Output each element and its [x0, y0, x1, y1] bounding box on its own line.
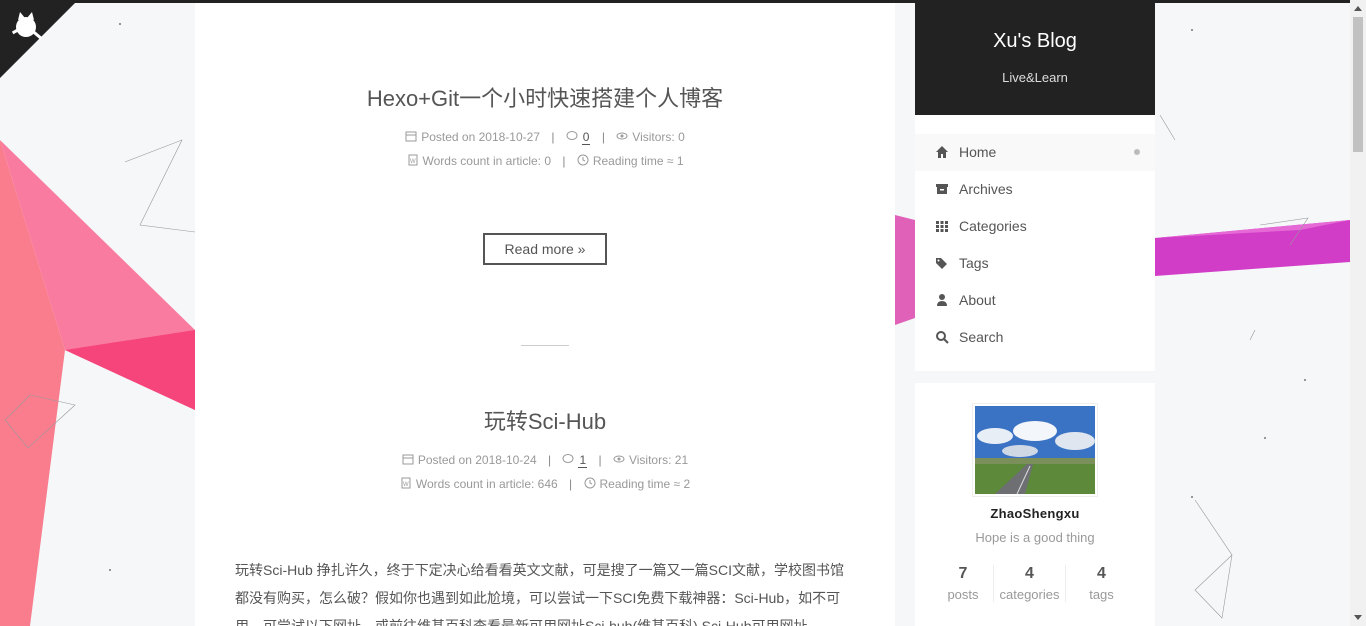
active-dot	[1134, 149, 1140, 155]
scroll-up-icon[interactable]	[1354, 6, 1362, 11]
excerpt-line: 都没有购买，怎么破？假如你也遇到如此尬境，可以尝试一下SCI免费下载神器：Sci…	[235, 590, 841, 606]
read-more-button[interactable]: Read more »	[482, 233, 608, 265]
avatar	[972, 403, 1098, 497]
excerpt-line: 用，可尝试以下网址，或前往维基百科查看最新可用网址Sci-hub(维基百科) S…	[235, 618, 824, 626]
eye-icon	[616, 132, 628, 140]
stat-label: categories	[999, 587, 1060, 602]
menu-item-archives[interactable]: Archives	[915, 171, 1155, 208]
reading-label: Reading time ≈	[599, 477, 681, 491]
stat-number: 4	[1097, 565, 1106, 582]
github-corner-icon[interactable]	[0, 0, 78, 78]
scroll-thumb[interactable]	[1353, 17, 1363, 152]
menu-label: Categories	[959, 218, 1027, 234]
separator: |	[551, 130, 555, 144]
comment-icon	[562, 454, 574, 463]
clock-icon	[584, 477, 596, 489]
stat-number: 4	[1025, 565, 1034, 582]
clock-icon	[577, 154, 589, 166]
site-nav: Home Archives Categories Tags About Sear…	[915, 115, 1155, 371]
svg-text:W: W	[403, 482, 409, 488]
stat-number: 7	[958, 565, 968, 582]
words-count: 646	[537, 477, 558, 491]
top-bar	[0, 0, 1350, 3]
th-icon	[936, 221, 948, 232]
comment-count-link[interactable]: 1	[578, 453, 588, 468]
comment-count-link[interactable]: 0	[581, 130, 591, 145]
words-label: Words count in article:	[415, 477, 535, 491]
visitors-count: 21	[674, 453, 689, 467]
post-title-link[interactable]: Hexo+Git一个小时快速搭建个人博客	[195, 81, 895, 113]
visitors-label: Visitors:	[632, 130, 675, 144]
site-overview: ZhaoShengxu Hope is a good thing 7 posts…	[915, 383, 1155, 626]
avatar-image	[975, 406, 1095, 495]
post-date: 2018-10-24	[475, 453, 537, 467]
post-meta: Posted on 2018-10-24 | 1 | Visitors: 21 …	[195, 448, 895, 496]
separator: |	[598, 453, 602, 467]
author-name: ZhaoShengxu	[990, 506, 1080, 521]
visitors-label: Visitors:	[628, 453, 672, 467]
calendar-icon	[405, 131, 417, 142]
post-meta: Posted on 2018-10-27 | 0 | Visitors: 0 W…	[195, 125, 895, 173]
site-title-link[interactable]: Xu's Blog	[915, 30, 1155, 53]
separator: |	[562, 154, 566, 168]
separator: |	[601, 130, 605, 144]
menu-item-about[interactable]: About	[915, 282, 1155, 319]
site-stats: 7 posts 4 categories 4 tags	[915, 565, 1155, 602]
posted-label: Posted on	[417, 453, 472, 467]
menu-label: Tags	[959, 255, 989, 271]
bg-shape	[895, 215, 915, 325]
author-description: Hope is a good thing	[975, 530, 1095, 545]
svg-text:W: W	[410, 159, 416, 165]
scroll-down-icon[interactable]	[1354, 615, 1362, 620]
reading-label: Reading time ≈	[592, 154, 674, 168]
user-icon	[937, 294, 947, 306]
words-count: 0	[544, 154, 552, 168]
eye-icon	[613, 455, 625, 463]
calendar-icon	[402, 454, 414, 465]
posted-label: Posted on	[421, 130, 476, 144]
separator: |	[569, 477, 573, 491]
site-brand: Xu's Blog Live&Learn	[915, 3, 1155, 115]
bg-shape	[1155, 220, 1350, 276]
visitors-count: 0	[678, 130, 685, 144]
separator: |	[547, 453, 552, 467]
post-title-link[interactable]: 玩转Sci-Hub	[195, 404, 895, 436]
excerpt-line: 玩转Sci-Hub 挣扎许久，终于下定决心给看看英文文献，可是搜了一篇又一篇SC…	[235, 562, 845, 578]
post-divider	[521, 345, 569, 346]
words-label: Words count in article:	[422, 154, 542, 168]
menu-item-tags[interactable]: Tags	[915, 245, 1155, 282]
tags-icon	[936, 258, 947, 269]
post-excerpt: 玩转Sci-Hub 挣扎许久，终于下定决心给看看英文文献，可是搜了一篇又一篇SC…	[195, 556, 895, 626]
main-content: Hexo+Git一个小时快速搭建个人博客 Posted on 2018-10-2…	[195, 3, 895, 626]
stat-categories[interactable]: 4 categories	[993, 565, 1065, 602]
stat-label: tags	[1089, 587, 1114, 602]
reading-time: 2	[683, 477, 691, 491]
home-icon	[936, 146, 948, 158]
menu-label: Search	[959, 329, 1004, 345]
site-subtitle: Live&Learn	[1002, 70, 1068, 85]
menu-label: Home	[959, 144, 997, 160]
menu-item-search[interactable]: Search	[915, 319, 1155, 356]
menu-item-home[interactable]: Home	[915, 134, 1155, 171]
post-date: 2018-10-27	[478, 130, 540, 144]
file-word-icon: W	[401, 477, 411, 489]
stat-posts[interactable]: 7 posts	[933, 565, 993, 602]
search-icon	[936, 331, 949, 344]
post-item: Hexo+Git一个小时快速搭建个人博客 Posted on 2018-10-2…	[195, 81, 895, 265]
menu-label: About	[959, 292, 996, 308]
menu-label: Archives	[959, 181, 1013, 197]
reading-time: 1	[676, 154, 684, 168]
comment-icon	[566, 131, 578, 140]
post-item: 玩转Sci-Hub Posted on 2018-10-24 | 1 | Vis…	[195, 404, 895, 626]
stat-label: posts	[947, 587, 979, 602]
menu-item-categories[interactable]: Categories	[915, 208, 1155, 245]
archive-icon	[936, 184, 948, 194]
file-word-icon: W	[408, 154, 417, 166]
stat-tags[interactable]: 4 tags	[1065, 565, 1137, 602]
page-scrollbar[interactable]	[1350, 0, 1366, 626]
